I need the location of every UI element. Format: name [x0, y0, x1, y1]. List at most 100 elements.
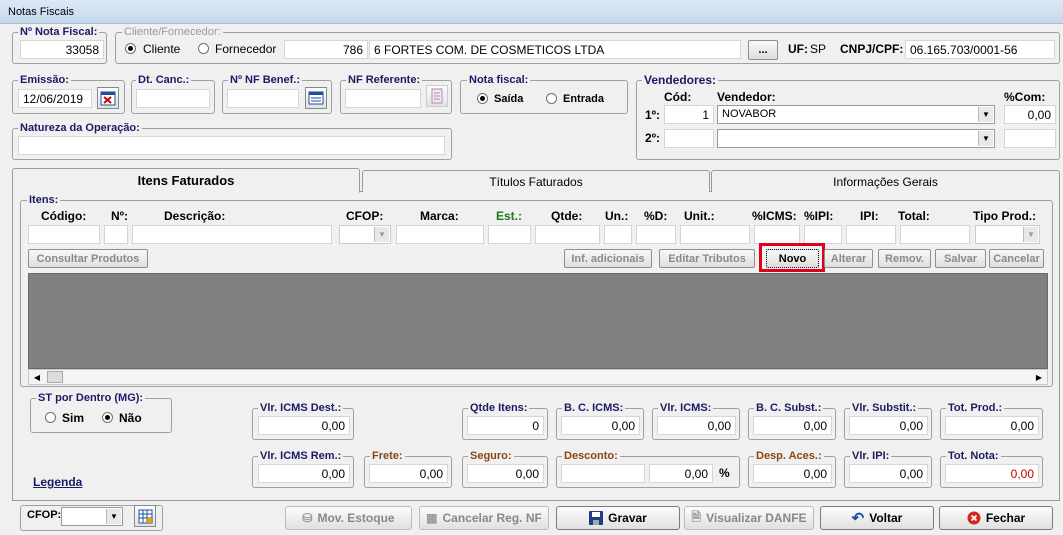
scroll-left-icon[interactable]: ◀	[29, 370, 45, 384]
vendedor2-select[interactable]: ▼	[717, 129, 995, 148]
cliente-code-field[interactable]: 786	[284, 40, 368, 59]
nfbenef-field[interactable]	[227, 89, 299, 108]
total-field[interactable]	[900, 225, 970, 244]
calendar-icon[interactable]	[97, 87, 119, 109]
tab-titulos-faturados[interactable]: Títulos Faturados	[362, 170, 710, 192]
numero-field[interactable]	[104, 225, 128, 244]
vendedor1-select[interactable]: NOVABOR ▼	[717, 105, 995, 124]
tab-itens-faturados[interactable]: Itens Faturados	[12, 168, 360, 193]
cancelar-item-button[interactable]: Cancelar	[989, 249, 1044, 268]
st-nao-label: Não	[119, 411, 142, 425]
ipi-pct-field[interactable]	[804, 225, 842, 244]
codigo-field[interactable]	[28, 225, 100, 244]
mov-estoque-label: Mov. Estoque	[317, 511, 395, 525]
nfref-field[interactable]	[345, 89, 421, 108]
tab-informacoes-gerais[interactable]: Informações Gerais	[711, 170, 1060, 192]
chevron-down-icon: ▼	[106, 509, 121, 524]
cliente-browse-button[interactable]: ...	[748, 40, 778, 60]
salvar-button[interactable]: Salvar	[935, 249, 986, 268]
natureza-field[interactable]	[18, 136, 445, 155]
fornecedor-radio[interactable]	[198, 43, 209, 54]
novo-button[interactable]: Novo	[766, 249, 819, 268]
consultar-produtos-button[interactable]: Consultar Produtos	[28, 249, 148, 268]
chevron-down-icon: ▼	[374, 227, 389, 242]
desconto-label: Desconto:	[562, 450, 620, 462]
vlr-subst-field[interactable]: 0,00	[849, 416, 928, 435]
desconto-value-field[interactable]	[561, 464, 645, 483]
cancelar-reg-button[interactable]: ▦ Cancelar Reg. NF	[419, 506, 549, 530]
vlr-icms-dest-field[interactable]: 0,00	[258, 416, 350, 435]
vendedor1-pct-field[interactable]: 0,00	[1004, 105, 1056, 124]
visualizar-danfe-button[interactable]: 🗎 Visualizar DANFE	[684, 506, 814, 530]
fechar-button[interactable]: Fechar	[939, 506, 1053, 530]
icms-pct-field[interactable]	[754, 225, 800, 244]
nfbenef-label: Nº NF Benef.:	[228, 74, 303, 86]
vendedor1-cod-field[interactable]: 1	[664, 105, 714, 124]
remover-button[interactable]: Remov.	[878, 249, 931, 268]
tot-prod-field[interactable]: 0,00	[945, 416, 1039, 435]
desconto-field[interactable]: 0,00	[649, 464, 713, 483]
gravar-button[interactable]: Gravar	[556, 506, 680, 530]
descricao-field[interactable]	[132, 225, 332, 244]
horizontal-scrollbar[interactable]: ◀ ▶	[28, 369, 1048, 385]
vendedor2-pct-field[interactable]	[1004, 129, 1056, 148]
qtde-itens-field[interactable]: 0	[467, 416, 544, 435]
list-icon[interactable]	[305, 87, 327, 109]
tot-nota-label: Tot. Nota:	[946, 450, 1001, 462]
qtde-field[interactable]	[535, 225, 600, 244]
entrada-radio[interactable]	[546, 93, 557, 104]
nota-number-field[interactable]: 33058	[20, 40, 104, 59]
emissao-field[interactable]: 12/06/2019	[18, 89, 92, 108]
footer-cfop-select[interactable]: ▼	[61, 507, 123, 526]
cliente-radio[interactable]	[125, 43, 136, 54]
save-icon	[589, 511, 604, 525]
unit-field[interactable]	[680, 225, 750, 244]
fechar-label: Fechar	[985, 511, 1026, 525]
seguro-field[interactable]: 0,00	[467, 464, 544, 483]
col-numero: Nº:	[111, 209, 129, 223]
scroll-right-icon[interactable]: ▶	[1031, 370, 1047, 384]
cliente-name-field[interactable]: 6 FORTES COM. DE COSMETICOS LTDA	[369, 40, 741, 59]
st-nao-radio[interactable]	[102, 412, 113, 423]
close-icon	[967, 511, 981, 525]
inf-adicionais-button[interactable]: Inf. adicionais	[564, 249, 652, 268]
grid-edit-icon[interactable]	[134, 505, 156, 527]
frete-field[interactable]: 0,00	[369, 464, 448, 483]
footer-cfop-label: CFOP:	[27, 509, 62, 521]
un-field[interactable]	[604, 225, 632, 244]
vendedor2-cod-field[interactable]	[664, 129, 714, 148]
col-cfop: CFOP:	[346, 209, 384, 223]
visualizar-label: Visualizar DANFE	[706, 511, 807, 525]
desconto-pct-field[interactable]	[636, 225, 676, 244]
tipo-prod-select[interactable]: ▼	[975, 225, 1040, 244]
tot-nota-field[interactable]: 0,00	[945, 464, 1039, 483]
legenda-link[interactable]: Legenda	[33, 475, 82, 489]
voltar-button[interactable]: ↶ Voltar	[820, 506, 934, 530]
bc-subst-field[interactable]: 0,00	[753, 416, 832, 435]
dtcanc-field[interactable]	[136, 89, 210, 108]
desp-aces-field[interactable]: 0,00	[753, 464, 832, 483]
cnpj-field[interactable]: 06.165.703/0001-56	[905, 40, 1055, 59]
col-codigo: Código:	[41, 209, 87, 223]
ipi-field[interactable]	[846, 225, 896, 244]
vlr-icms-field[interactable]: 0,00	[657, 416, 736, 435]
alterar-button[interactable]: Alterar	[824, 249, 873, 268]
vlr-ipi-field[interactable]: 0,00	[849, 464, 928, 483]
scroll-thumb[interactable]	[47, 371, 63, 383]
st-sim-radio[interactable]	[45, 412, 56, 423]
uf-value: SP	[810, 42, 827, 56]
editar-tributos-button[interactable]: Editar Tributos	[659, 249, 755, 268]
cfop-select[interactable]: ▼	[339, 225, 391, 244]
marca-field[interactable]	[396, 225, 484, 244]
cliente-legend: Cliente/Fornecedor:	[122, 26, 223, 38]
bc-icms-field[interactable]: 0,00	[561, 416, 640, 435]
bc-subst-label: B. C. Subst.:	[754, 402, 824, 414]
vlr-icms-rem-field[interactable]: 0,00	[258, 464, 350, 483]
tot-prod-label: Tot. Prod.:	[946, 402, 1005, 414]
mov-estoque-button[interactable]: ⛁ Mov. Estoque	[285, 506, 412, 530]
est-field[interactable]	[488, 225, 531, 244]
items-grid[interactable]	[28, 273, 1048, 369]
document-icon[interactable]	[426, 85, 448, 107]
desp-aces-label: Desp. Aces.:	[754, 450, 824, 462]
saida-radio[interactable]	[477, 93, 488, 104]
